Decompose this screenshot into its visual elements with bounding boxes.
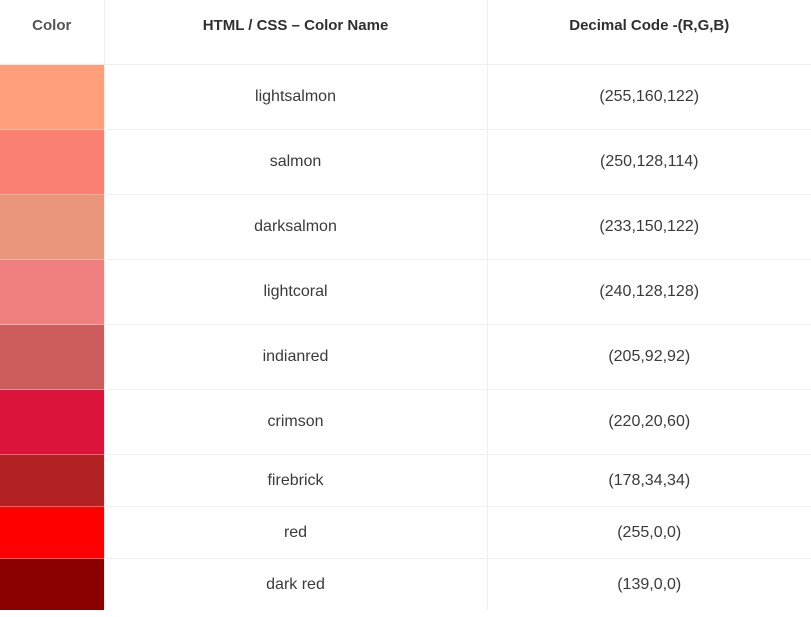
decimal-code-cell: (250,128,114)	[486, 129, 811, 195]
decimal-code-cell: (233,150,122)	[486, 194, 811, 260]
color-name-cell: crimson	[103, 389, 487, 455]
color-swatch	[0, 506, 104, 559]
table-header-row: Color HTML / CSS – Color Name Decimal Co…	[0, 0, 811, 65]
table-row: lightcoral (240,128,128)	[0, 259, 811, 325]
color-name-cell: darksalmon	[103, 194, 487, 260]
color-swatch	[0, 129, 104, 195]
color-swatch	[0, 389, 104, 455]
decimal-code-cell: (255,0,0)	[486, 506, 811, 559]
table-row: firebrick (178,34,34)	[0, 454, 811, 507]
table-row: dark red (139,0,0)	[0, 558, 811, 610]
color-swatch	[0, 454, 104, 507]
color-swatch	[0, 324, 104, 390]
color-name-cell: firebrick	[103, 454, 487, 507]
table-row: crimson (220,20,60)	[0, 389, 811, 455]
color-swatch	[0, 64, 104, 130]
decimal-code-cell: (220,20,60)	[486, 389, 811, 455]
color-name-cell: lightsalmon	[103, 64, 487, 130]
column-header-color-name: HTML / CSS – Color Name	[103, 0, 487, 65]
color-name-cell: lightcoral	[103, 259, 487, 325]
color-name-cell: salmon	[103, 129, 487, 195]
color-swatch	[0, 558, 104, 610]
table-row: salmon (250,128,114)	[0, 129, 811, 195]
color-name-cell: indianred	[103, 324, 487, 390]
color-swatch	[0, 259, 104, 325]
decimal-code-cell: (205,92,92)	[486, 324, 811, 390]
color-table: Color HTML / CSS – Color Name Decimal Co…	[0, 0, 811, 610]
column-header-color: Color	[0, 0, 104, 65]
table-row: lightsalmon (255,160,122)	[0, 64, 811, 130]
column-header-decimal-code: Decimal Code -(R,G,B)	[486, 0, 811, 65]
color-name-cell: dark red	[103, 558, 487, 610]
decimal-code-cell: (240,128,128)	[486, 259, 811, 325]
table-row: indianred (205,92,92)	[0, 324, 811, 390]
decimal-code-cell: (255,160,122)	[486, 64, 811, 130]
color-name-cell: red	[103, 506, 487, 559]
table-row: red (255,0,0)	[0, 506, 811, 559]
decimal-code-cell: (178,34,34)	[486, 454, 811, 507]
decimal-code-cell: (139,0,0)	[486, 558, 811, 610]
page: Color HTML / CSS – Color Name Decimal Co…	[0, 0, 811, 617]
color-swatch	[0, 194, 104, 260]
table-row: darksalmon (233,150,122)	[0, 194, 811, 260]
